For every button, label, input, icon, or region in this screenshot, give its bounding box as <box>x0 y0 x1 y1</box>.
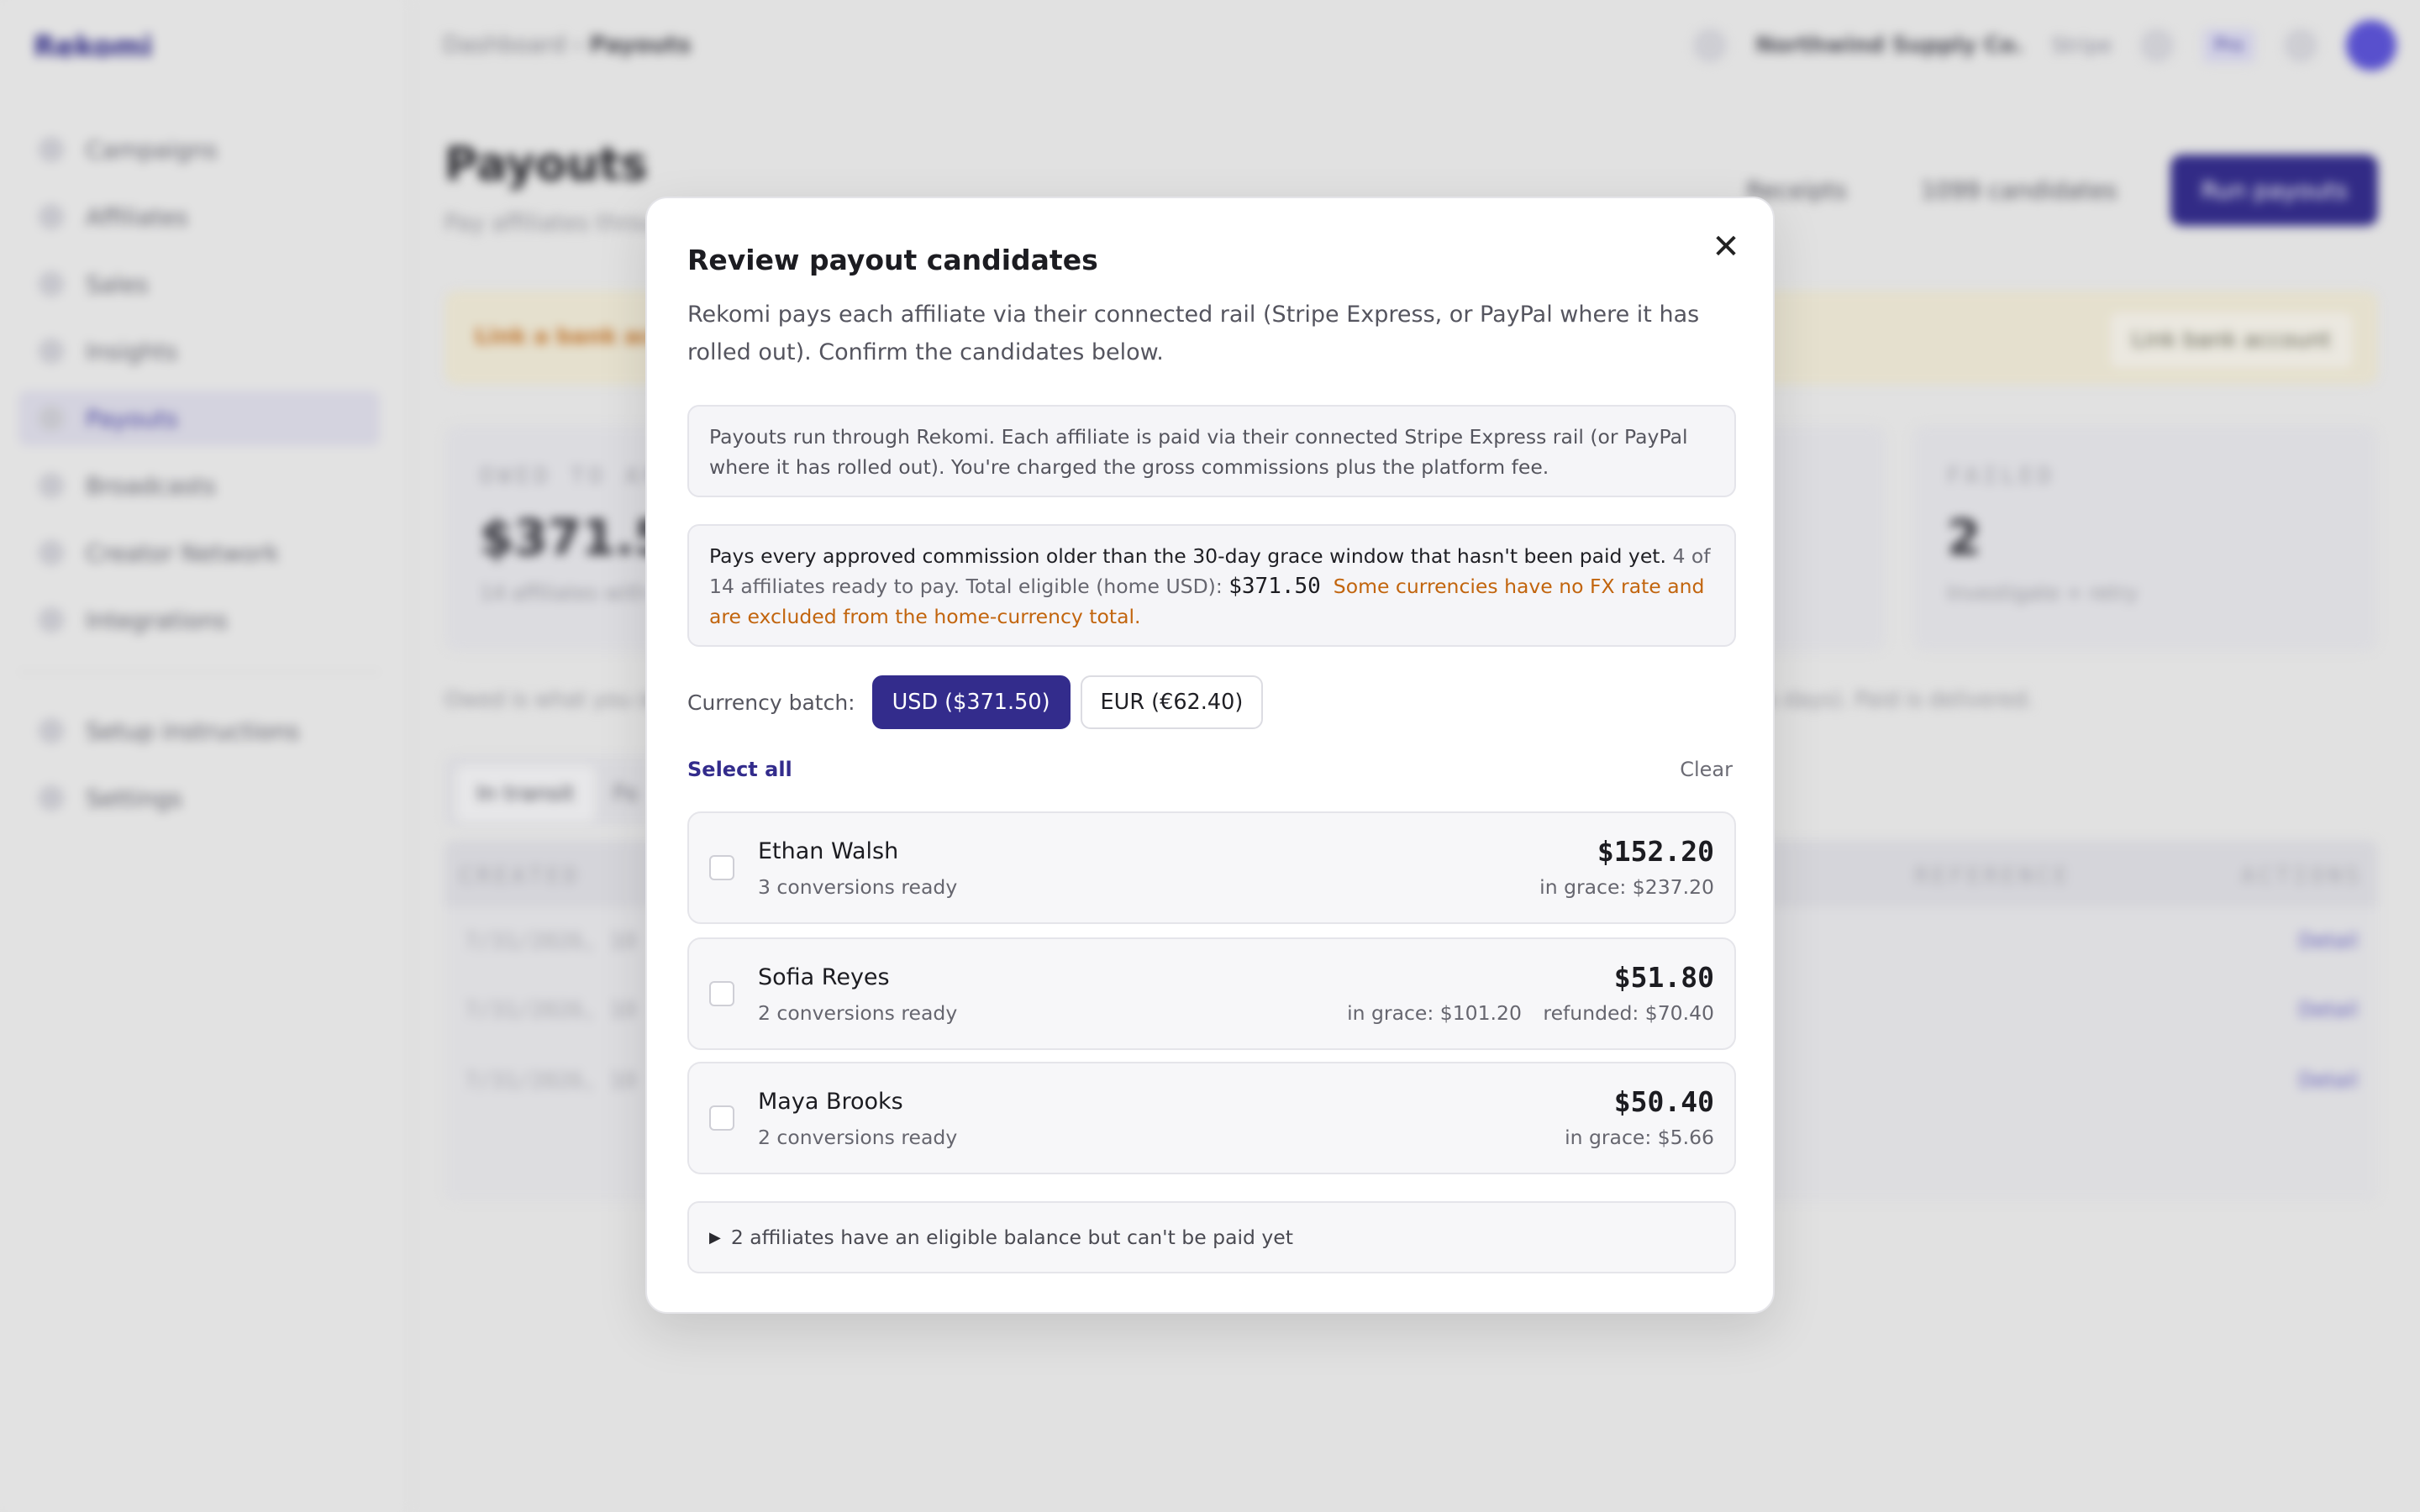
select-all-link[interactable]: Select all <box>687 758 792 781</box>
candidate-checkbox[interactable] <box>709 981 734 1006</box>
in-grace-amount: in grace: $101.20 <box>1347 1001 1522 1025</box>
clear-link[interactable]: Clear <box>1680 758 1733 781</box>
modal-description: Rekomi pays each affiliate via their con… <box>687 302 1700 365</box>
candidate-amount: $50.40 <box>1613 1085 1714 1118</box>
candidate-meta: in grace: $5.66 <box>1565 1126 1714 1149</box>
in-grace-amount: in grace: $5.66 <box>1565 1126 1714 1149</box>
candidate-row[interactable]: Ethan Walsh 3 conversions ready $152.20 … <box>687 811 1736 924</box>
payout-rail-info: Payouts run through Rekomi. Each affilia… <box>687 405 1736 497</box>
modal-title: Review payout candidates <box>687 244 1098 276</box>
candidate-checkbox[interactable] <box>709 1105 734 1131</box>
candidate-name: Sofia Reyes <box>758 964 890 990</box>
currency-batch-label: Currency batch: <box>687 690 855 715</box>
candidate-name: Ethan Walsh <box>758 838 899 864</box>
triangle-right-icon: ▶ <box>709 1228 721 1247</box>
candidate-meta: in grace: $101.20 refunded: $70.40 <box>1347 1001 1714 1025</box>
candidate-name: Maya Brooks <box>758 1089 903 1115</box>
batch-usd-button[interactable]: USD ($371.50) <box>871 675 1071 729</box>
candidate-checkbox[interactable] <box>709 855 734 880</box>
in-grace-amount: in grace: $237.20 <box>1539 875 1714 899</box>
batch-eur-button[interactable]: EUR (€62.40) <box>1080 675 1264 729</box>
candidate-row[interactable]: Sofia Reyes 2 conversions ready $51.80 i… <box>687 937 1736 1050</box>
candidate-conversions: 3 conversions ready <box>758 875 958 899</box>
eligible-total: $371.50 <box>1228 574 1321 599</box>
candidate-amount: $51.80 <box>1613 961 1714 994</box>
review-payout-modal: Review payout candidates ✕ Rekomi pays e… <box>645 197 1775 1314</box>
eligibility-summary: Pays every approved commission older tha… <box>687 524 1736 647</box>
refunded-amount: refunded: $70.40 <box>1543 1001 1714 1025</box>
candidate-amount: $152.20 <box>1597 835 1714 868</box>
candidate-conversions: 2 conversions ready <box>758 1001 958 1025</box>
candidate-row[interactable]: Maya Brooks 2 conversions ready $50.40 i… <box>687 1062 1736 1174</box>
eligibility-lead: Pays every approved commission older tha… <box>709 544 1666 568</box>
candidate-meta: in grace: $237.20 <box>1539 875 1714 899</box>
candidate-conversions: 2 conversions ready <box>758 1126 958 1149</box>
blocked-affiliates-text: 2 affiliates have an eligible balance bu… <box>730 1226 1293 1249</box>
currency-batch-selector: Currency batch: USD ($371.50) EUR (€62.4… <box>687 675 1273 729</box>
blocked-affiliates-toggle[interactable]: ▶ 2 affiliates have an eligible balance … <box>687 1201 1736 1273</box>
close-icon[interactable]: ✕ <box>1707 228 1744 266</box>
